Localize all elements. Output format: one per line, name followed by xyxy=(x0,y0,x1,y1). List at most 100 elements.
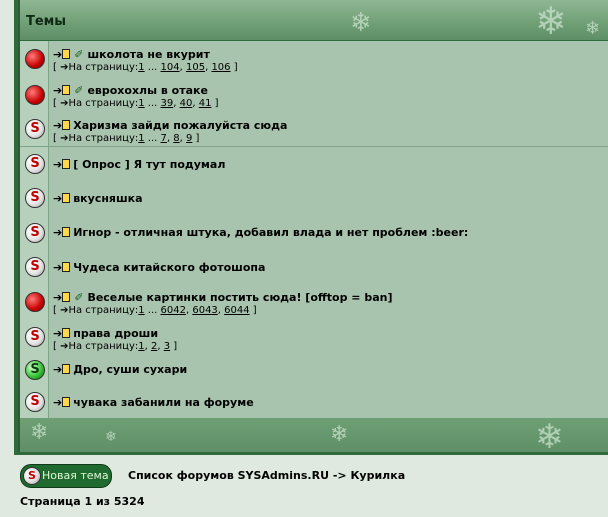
page-link[interactable]: 6042 xyxy=(161,305,186,316)
topic-content-cell: ➔ Дро, суши сухари xyxy=(49,353,608,386)
topic-table: ❄ ❄ ❄ Темы ➔ ✐ школота не вкурит[ ➔На стра… xyxy=(18,0,608,457)
page-title: Темы xyxy=(26,14,67,29)
page-count: Страница 1 из 5324 xyxy=(20,495,145,508)
topic-status-icon: S xyxy=(25,188,45,208)
topic-row: S ➔ Харизма зайди пожалуйста сюда[ ➔На стр… xyxy=(20,112,608,147)
topic-status-icon: S xyxy=(25,257,45,277)
topic-row: ➔ ✐ Веселые картинки постить сюда! [offtop… xyxy=(20,284,608,321)
topic-pages: [ ➔На страницу:1 ... 7, 8, 9 ] xyxy=(53,133,200,144)
topic-status-icon: S xyxy=(25,154,45,174)
goto-newest-icon[interactable]: ➔ xyxy=(53,158,62,171)
goto-newest-icon[interactable]: ➔ xyxy=(53,226,62,239)
new-post-icon xyxy=(62,328,71,338)
topic-title-link[interactable]: права дроши xyxy=(73,327,158,340)
topic-content-cell: ➔ ✐ еврохохлы в отаке[ ➔На страницу:1 ... … xyxy=(49,77,608,112)
topic-title-link[interactable]: Веселые картинки постить сюда! [offtop =… xyxy=(87,291,392,304)
topic-row: S ➔ вкусняшка xyxy=(20,181,608,216)
topic-pages: [ ➔На страницу:1 ... 104, 105, 106 ] xyxy=(53,62,238,73)
topic-title-link[interactable]: Харизма зайди пожалуйста сюда xyxy=(73,119,287,132)
topic-content-cell: ➔ Игнор - отличная штука, добавил влада и… xyxy=(49,215,608,250)
snowflake-icon: ❄ xyxy=(535,417,564,457)
topic-title-link[interactable]: вкусняшка xyxy=(73,192,142,205)
topic-title-link[interactable]: [ Опрос ] Я тут подумал xyxy=(73,158,225,171)
new-post-icon xyxy=(62,292,71,302)
page-link[interactable]: 41 xyxy=(199,98,212,109)
new-post-icon xyxy=(62,120,71,130)
topic-status-cell xyxy=(20,41,49,77)
topic-pages: [ ➔На страницу:1 ... 39, 40, 41 ] xyxy=(53,98,219,109)
topic-row: ➔ ✐ еврохохлы в отаке[ ➔На страницу:1 ... … xyxy=(20,77,608,113)
new-post-icon xyxy=(62,193,71,203)
new-topic-status-icon: S xyxy=(25,360,45,380)
hot-topic-icon xyxy=(25,85,45,105)
goto-newest-icon[interactable]: ➔ xyxy=(53,261,62,274)
topic-row: S ➔ права дроши[ ➔На страницу:1, 2, 3 ] xyxy=(20,320,608,354)
new-post-icon xyxy=(62,364,71,374)
page-link[interactable]: 39 xyxy=(161,98,174,109)
topic-row: S ➔ Чудеса китайского фотошопа xyxy=(20,250,608,285)
new-post-icon xyxy=(62,227,71,237)
topic-title-link[interactable]: школота не вкурит xyxy=(87,48,209,61)
page-link[interactable]: 40 xyxy=(180,98,193,109)
snowflake-icon: ❄ xyxy=(350,8,372,38)
topic-content-cell: ➔ Чудеса китайского фотошопа xyxy=(49,250,608,284)
topic-row: S ➔ чувака забанили на форуме xyxy=(20,386,608,419)
topic-row: S ➔ Игнор - отличная штука, добавил влада … xyxy=(20,215,608,251)
topic-status-cell xyxy=(20,77,49,112)
snowflake-icon: ❄ xyxy=(30,420,49,445)
topic-status-icon: S xyxy=(25,327,45,347)
goto-newest-icon[interactable]: ➔ xyxy=(53,84,62,97)
new-topic-button[interactable]: S Новая тема xyxy=(20,464,112,488)
topic-status-cell: S xyxy=(20,353,49,386)
new-post-icon xyxy=(62,159,71,169)
goto-newest-icon[interactable]: ➔ xyxy=(53,48,62,61)
snowflake-icon: ❄ xyxy=(585,18,601,39)
goto-newest-icon[interactable]: ➔ xyxy=(53,396,62,409)
topic-status-cell: S xyxy=(20,250,49,284)
new-post-icon xyxy=(62,85,71,95)
topic-title-link[interactable]: еврохохлы в отаке xyxy=(87,84,208,97)
topic-row: ➔ ✐ школота не вкурит[ ➔На страницу:1 ... … xyxy=(20,41,608,78)
topic-content-cell: ➔ ✐ Веселые картинки постить сюда! [offtop… xyxy=(49,284,608,320)
table-footer: ❄ ❄ ❄ ❄ xyxy=(20,417,608,457)
topic-status-icon: S xyxy=(25,392,45,412)
topic-content-cell: ➔ чувака забанили на форуме xyxy=(49,386,608,418)
topic-status-cell: S xyxy=(20,112,49,146)
topic-status-cell: S xyxy=(20,320,49,353)
topic-status-cell xyxy=(20,284,49,320)
topic-status-icon: S xyxy=(25,119,45,139)
topic-title-link[interactable]: чувака забанили на форуме xyxy=(73,396,253,409)
topic-status-icon: S xyxy=(25,223,45,243)
page-link[interactable]: 104 xyxy=(161,62,180,73)
breadcrumb[interactable]: Список форумов SYSAdmins.RU -> Курилка xyxy=(128,469,405,482)
topics-header: ❄ ❄ ❄ Темы xyxy=(20,0,608,41)
goto-newest-icon[interactable]: ➔ xyxy=(53,291,62,304)
topic-content-cell: ➔ ✐ школота не вкурит[ ➔На страницу:1 ... … xyxy=(49,41,608,77)
goto-newest-icon[interactable]: ➔ xyxy=(53,119,62,132)
goto-newest-icon[interactable]: ➔ xyxy=(53,363,62,376)
topic-title-link[interactable]: Чудеса китайского фотошопа xyxy=(73,261,265,274)
page-link[interactable]: 106 xyxy=(211,62,230,73)
goto-newest-icon[interactable]: ➔ xyxy=(53,192,62,205)
topic-status-cell: S xyxy=(20,386,49,418)
hot-topic-icon xyxy=(25,292,45,312)
topic-content-cell: ➔ Харизма зайди пожалуйста сюда[ ➔На стра… xyxy=(49,112,608,146)
topic-pages: [ ➔На страницу:1, 2, 3 ] xyxy=(53,341,178,352)
snowflake-icon: ❄ xyxy=(330,422,349,447)
hot-topic-icon xyxy=(25,49,45,69)
topic-content-cell: ➔ права дроши[ ➔На страницу:1, 2, 3 ] xyxy=(49,320,608,353)
attachment-icon: ✐ xyxy=(74,84,84,97)
topic-status-cell: S xyxy=(20,181,49,215)
goto-newest-icon[interactable]: ➔ xyxy=(53,327,62,340)
topic-title-link[interactable]: Игнор - отличная штука, добавил влада и … xyxy=(73,226,468,239)
new-post-icon xyxy=(62,397,71,407)
page-link[interactable]: 6044 xyxy=(224,305,249,316)
page-link[interactable]: 105 xyxy=(186,62,205,73)
snowflake-icon: ❄ xyxy=(105,429,117,445)
topic-status-cell: S xyxy=(20,215,49,250)
page-link[interactable]: 6043 xyxy=(192,305,217,316)
topic-title-link[interactable]: Дро, суши сухари xyxy=(73,363,187,376)
new-post-icon xyxy=(62,49,71,59)
snowflake-icon: ❄ xyxy=(535,0,567,43)
topic-row: S ➔ [ Опрос ] Я тут подумал xyxy=(20,147,608,182)
